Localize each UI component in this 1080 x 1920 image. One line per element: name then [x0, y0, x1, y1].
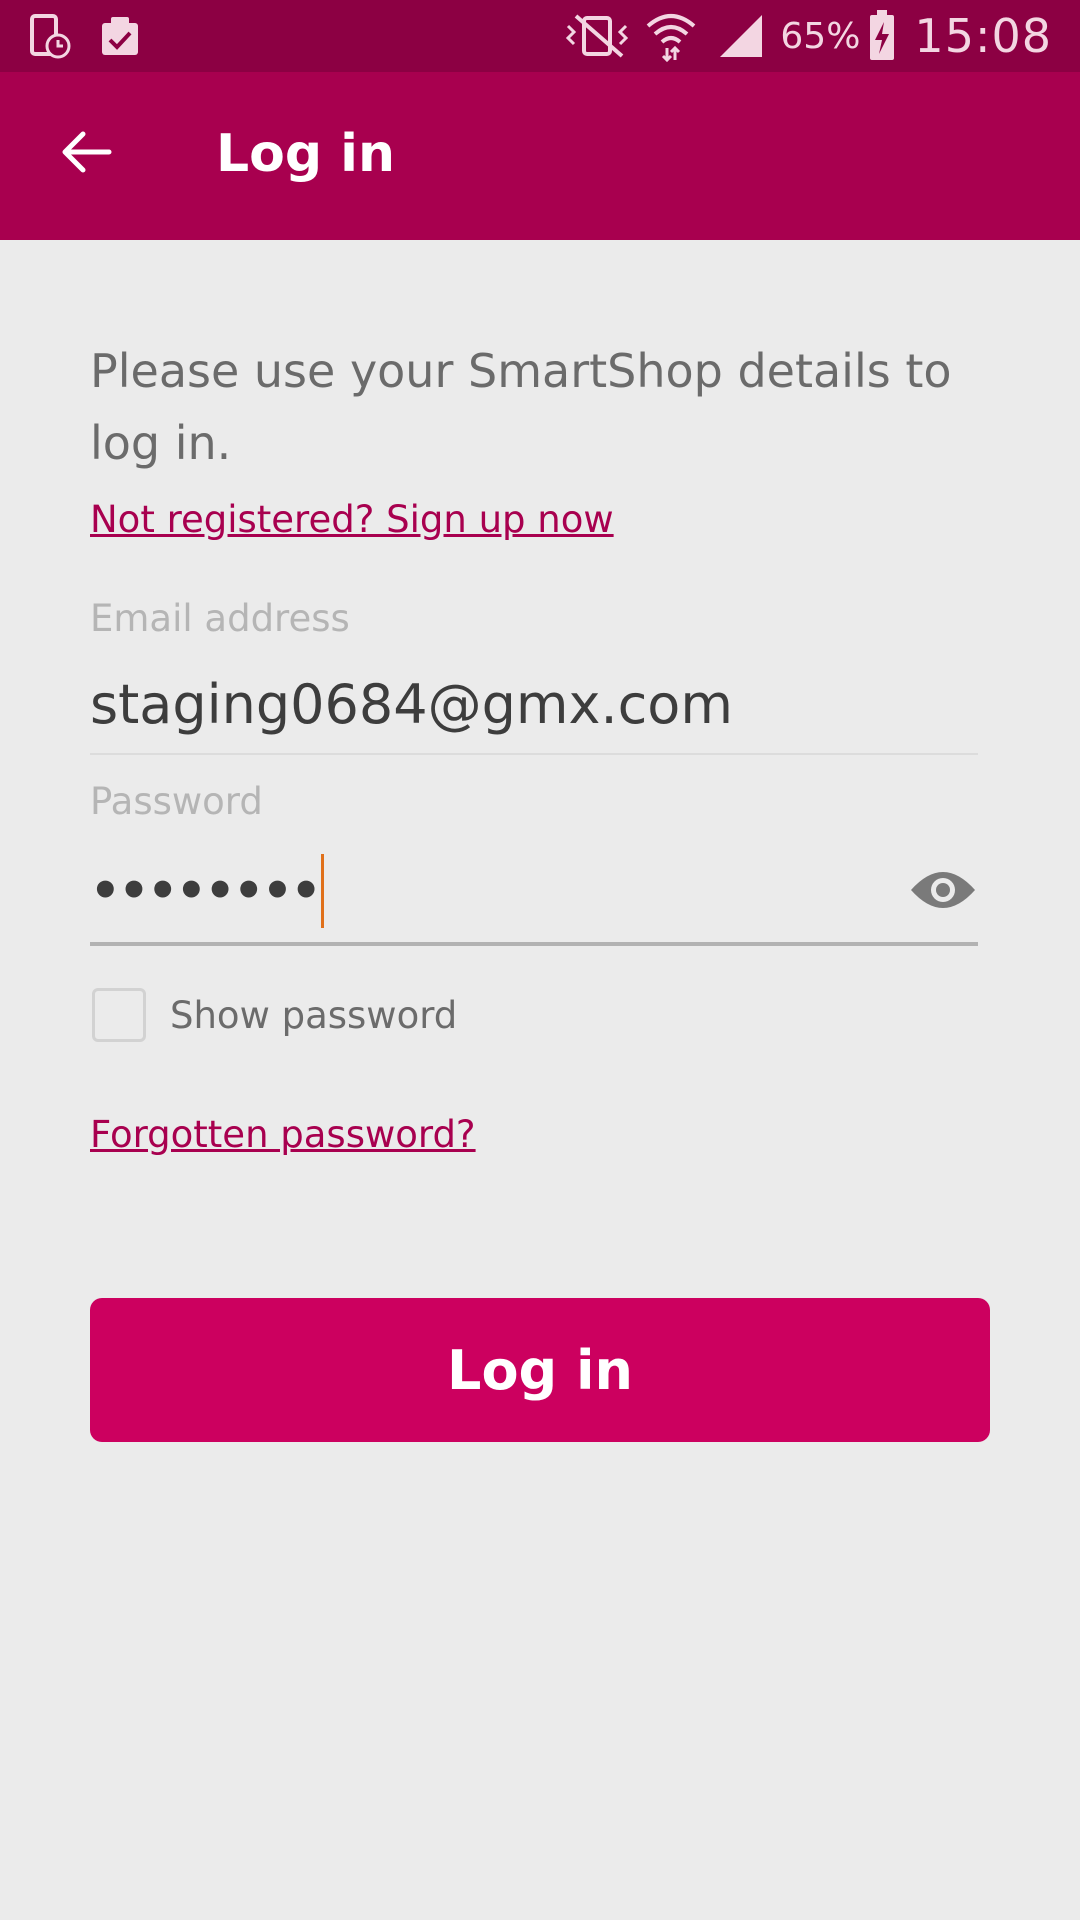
signal-icon	[716, 11, 766, 61]
text-caret	[321, 854, 325, 928]
eye-icon	[909, 868, 977, 916]
back-arrow-icon	[57, 128, 113, 180]
status-right-icons: 65% 15:08	[562, 0, 1052, 72]
status-bar: 65% 15:08	[0, 0, 1080, 72]
password-value: ••••••••	[90, 863, 321, 919]
login-button[interactable]: Log in	[90, 1298, 990, 1442]
vibrate-off-icon	[562, 12, 634, 60]
show-password-label: Show password	[170, 993, 458, 1037]
email-value: staging0684@gmx.com	[90, 672, 733, 736]
back-button[interactable]	[50, 124, 120, 184]
clock: 15:08	[914, 9, 1052, 63]
app-bar: Log in	[0, 72, 1080, 240]
email-field[interactable]: staging0684@gmx.com	[90, 655, 978, 755]
intro-text: Please use your SmartShop details to log…	[90, 344, 952, 470]
device-clock-icon	[28, 12, 72, 60]
password-field[interactable]: ••••••••	[90, 840, 978, 946]
forgot-password-link[interactable]: Forgotten password?	[90, 1113, 476, 1156]
wifi-icon	[644, 10, 698, 62]
email-label: Email address	[90, 597, 350, 640]
battery-charging-icon	[868, 10, 896, 62]
signup-link[interactable]: Not registered? Sign up now	[90, 498, 614, 541]
status-left-icons	[28, 12, 142, 60]
show-password-checkbox[interactable]	[92, 988, 146, 1042]
show-password-option[interactable]: Show password	[92, 988, 457, 1042]
clipboard-check-icon	[98, 12, 142, 60]
password-label: Password	[90, 780, 263, 823]
password-visibility-toggle[interactable]	[908, 862, 978, 922]
battery-percent: 65%	[780, 15, 861, 57]
page-title: Log in	[216, 124, 396, 184]
